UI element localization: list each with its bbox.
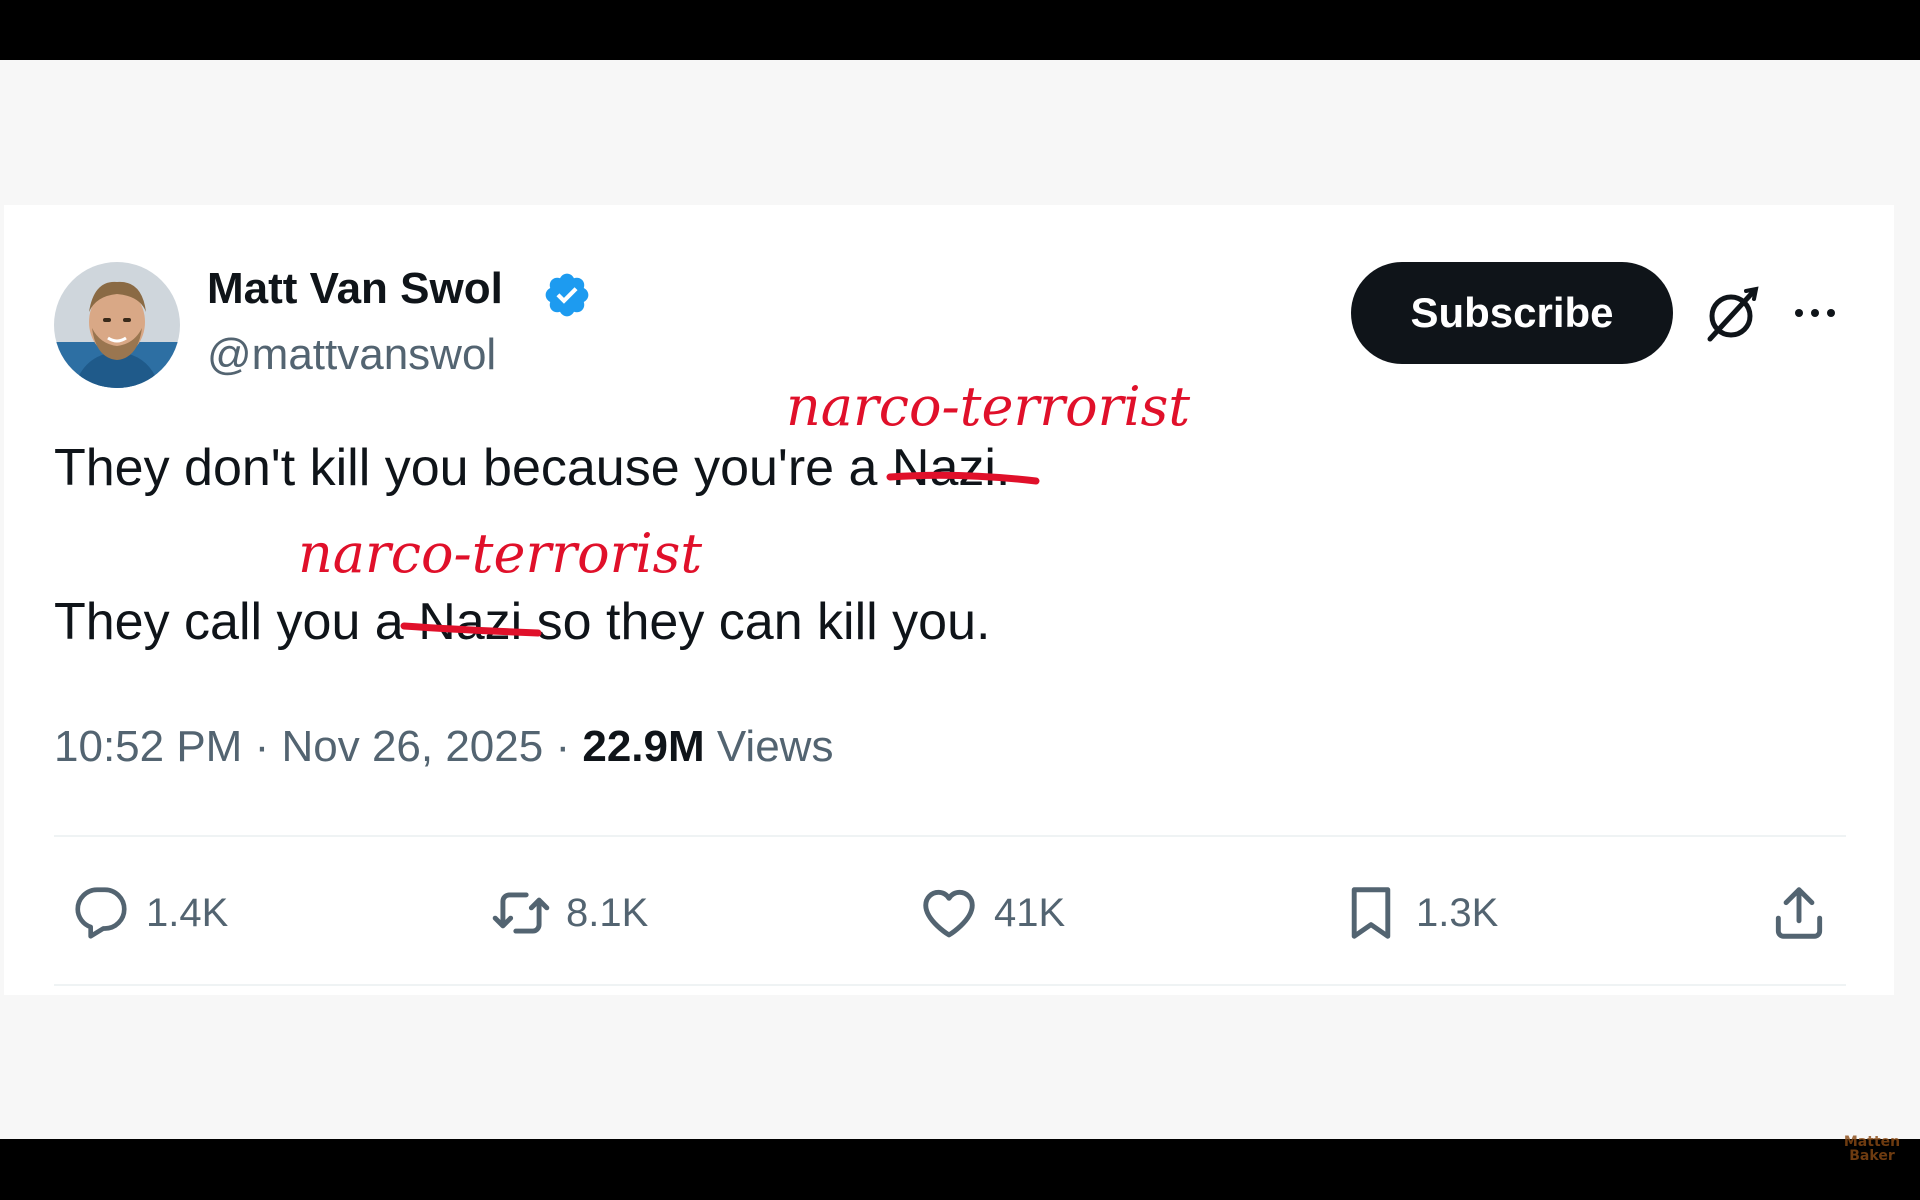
views-label: Views xyxy=(716,722,834,771)
red-strikethrough-mark xyxy=(886,471,1040,485)
retweet-icon xyxy=(492,892,550,934)
bookmark-count: 1.3K xyxy=(1416,890,1499,935)
meta-separator: · xyxy=(555,722,571,771)
views-count: 22.9M xyxy=(582,722,705,771)
avatar[interactable] xyxy=(54,262,180,388)
letterbox-bottom xyxy=(0,1139,1920,1200)
watermark-line: Baker xyxy=(1849,1148,1895,1164)
verified-badge-icon xyxy=(542,270,592,320)
more-options-icon[interactable] xyxy=(1790,298,1840,328)
share-icon xyxy=(1775,887,1823,939)
retweet-count: 8.1K xyxy=(566,890,649,935)
bookmark-icon xyxy=(1351,887,1391,939)
handwritten-annotation: narco-terrorist xyxy=(786,375,1191,438)
tweet-text-segment: They call you a xyxy=(54,593,419,651)
channel-watermark: Matten Baker xyxy=(1840,1135,1904,1169)
struck-word: Nazi xyxy=(400,592,542,652)
watermark-line: Matten xyxy=(1843,1134,1901,1150)
tweet-date[interactable]: Nov 26, 2025 xyxy=(281,722,543,771)
share-button[interactable] xyxy=(1768,880,1830,946)
bookmark-button[interactable]: 1.3K xyxy=(1340,880,1498,946)
divider xyxy=(54,835,1846,837)
red-strikethrough-mark xyxy=(400,622,542,637)
tweet-text-segment: They don't kill you because you're a xyxy=(54,439,892,497)
heart-icon xyxy=(923,889,975,938)
tweet-text-line-1: They don't kill you because you're a Naz… xyxy=(54,438,1040,498)
tweet-meta: 10:52 PM · Nov 26, 2025 · 22.9M Views xyxy=(54,722,833,772)
tweet-text-line-2: They call you a Nazi so they can kill yo… xyxy=(54,592,990,652)
retweet-button[interactable]: 8.1K xyxy=(490,880,648,946)
meta-separator: · xyxy=(254,722,270,771)
handwritten-annotation: narco-terrorist xyxy=(298,522,703,585)
like-button[interactable]: 41K xyxy=(918,880,1065,946)
avatar-photo xyxy=(54,262,180,388)
like-count: 41K xyxy=(994,890,1066,935)
reply-button[interactable]: 1.4K xyxy=(70,880,228,946)
tweet-time[interactable]: 10:52 PM xyxy=(54,722,242,771)
tweet-text-segment: so they can kill you. xyxy=(522,593,991,651)
divider xyxy=(54,984,1846,986)
author-handle[interactable]: @mattvanswol xyxy=(207,330,496,380)
author-display-name[interactable]: Matt Van Swol xyxy=(207,264,503,314)
subscribe-button[interactable]: Subscribe xyxy=(1351,262,1673,364)
reply-icon xyxy=(75,887,127,939)
grok-icon[interactable] xyxy=(1700,283,1762,345)
letterbox-top xyxy=(0,0,1920,60)
reply-count: 1.4K xyxy=(146,890,229,935)
struck-word: Nazi. xyxy=(886,438,1040,498)
